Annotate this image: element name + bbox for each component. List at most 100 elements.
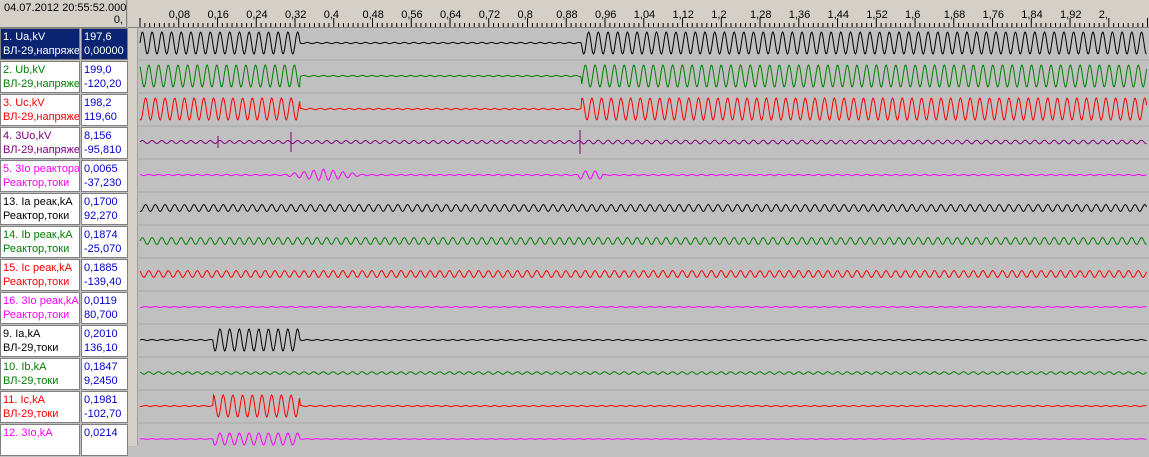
channel-values-cell: 8,156 -95,810 xyxy=(81,127,128,159)
oscillogram-viewer: 04.07.2012 20:55:52.000 0, 0,08 0,16 0,24 0… xyxy=(0,0,1149,456)
channel-name: 11. Ic,kA xyxy=(3,394,45,406)
channel-phase: -120,20 xyxy=(84,78,122,90)
channel-values-cell: 0,1885 -139,40 xyxy=(81,259,128,291)
channel-name: 14. Ib реак,kA xyxy=(3,229,73,241)
channel-amplitude: 197,6 xyxy=(84,31,112,43)
waveform-trace xyxy=(139,270,1148,278)
time-tick-label: 0,64 xyxy=(440,9,462,21)
channel-group: Реактор,токи xyxy=(3,177,70,189)
waveform-trace xyxy=(139,371,1147,375)
channel-values-cell: 0,1874 -25,070 xyxy=(81,226,128,258)
time-tick-label: 1,28 xyxy=(750,9,772,21)
channel-name-cell[interactable]: 11. Ic,kA ВЛ-29,токи xyxy=(0,391,80,423)
time-tick-label: 1,84 xyxy=(1021,9,1043,21)
time-tick-label: 1,04 xyxy=(633,9,656,21)
channel-amplitude: 0,1700 xyxy=(84,196,118,208)
time-tick-label: 1,2 xyxy=(711,9,727,21)
channel-name: 15. Ic реак,kA xyxy=(3,262,73,274)
channel-amplitude: 198,2 xyxy=(84,97,112,109)
channel-values-cell: 0,1700 92,270 xyxy=(81,193,128,225)
record-timestamp: 04.07.2012 20:55:52.000 xyxy=(4,2,127,14)
channel-name-cell[interactable]: 14. Ib реак,kA Реактор,токи xyxy=(0,226,80,258)
channel-name-cell[interactable]: 10. Ib,kA ВЛ-29,токи xyxy=(0,358,80,390)
time-tick-label: 0,4 xyxy=(323,9,340,21)
header-panel: 04.07.2012 20:55:52.000 0, xyxy=(0,0,127,28)
channel-amplitude: 0,1847 xyxy=(84,361,118,373)
channel-name-cell[interactable]: 15. Ic реак,kA Реактор,токи xyxy=(0,259,80,291)
axis-origin-label: 0, xyxy=(113,14,123,26)
channel-name: 16. 3Io реак,kA xyxy=(3,295,79,307)
waveform-trace xyxy=(139,432,1147,446)
channel-amplitude: 0,0214 xyxy=(84,427,118,439)
channel-group: ВЛ-29,токи xyxy=(3,375,59,387)
channel-amplitude: 0,0065 xyxy=(84,163,118,175)
channel-name-cell[interactable]: 5. 3Io реактора Реактор,токи xyxy=(0,160,80,192)
channel-amplitude: 0,2010 xyxy=(84,328,118,340)
channel-name-cell[interactable]: 9. Ia,kA ВЛ-29,токи xyxy=(0,325,80,357)
channel-name: 9. Ia,kA xyxy=(3,328,41,340)
waveform-trace xyxy=(139,97,1148,121)
time-tick-label: 1,44 xyxy=(827,9,849,21)
channel-group: ВЛ-29,напряже xyxy=(3,78,80,90)
waveform-trace xyxy=(139,204,1148,212)
channel-phase: 9,2450 xyxy=(84,375,118,387)
channel-group: Реактор,токи xyxy=(3,309,70,321)
channel-phase: -37,230 xyxy=(84,177,122,189)
channel-phase: -25,070 xyxy=(84,243,122,255)
channel-group: Реактор,токи xyxy=(3,210,70,222)
time-tick-label: 0,32 xyxy=(285,9,307,21)
waveform-trace xyxy=(139,64,1148,88)
time-tick-label: 1,6 xyxy=(905,9,921,21)
time-tick-label: 0,88 xyxy=(556,9,578,21)
channel-values-cell: 198,2 119,60 xyxy=(81,94,128,126)
time-axis[interactable]: 0,08 0,16 0,24 0,32 0,4 0,48 0,56 0,64 0,72 0,8 0,… xyxy=(128,0,1149,28)
channel-values-cell: 197,6 0,00000 xyxy=(81,28,128,60)
channel-name-cell[interactable]: 13. Ia реак,kA Реактор,токи xyxy=(0,193,80,225)
channel-name-cell[interactable]: 16. 3Io реак,kA Реактор,токи xyxy=(0,292,80,324)
channel-name-cell[interactable]: 1. Ua,kV ВЛ-29,напряже xyxy=(0,28,80,60)
waveform-plot[interactable] xyxy=(128,28,1149,446)
channel-phase: -139,40 xyxy=(84,276,122,288)
time-tick-label: 1,68 xyxy=(943,9,966,21)
channel-phase: -102,70 xyxy=(84,408,122,420)
channel-group: Реактор,токи xyxy=(3,243,70,255)
time-tick-label: 1,92 xyxy=(1060,9,1082,21)
time-tick-label: 0,72 xyxy=(478,9,501,21)
channel-amplitude: 199,0 xyxy=(84,64,112,76)
channel-name-cell[interactable]: 2. Ub,kV ВЛ-29,напряже xyxy=(0,61,80,93)
channel-values-cell: 0,1981 -102,70 xyxy=(81,391,128,423)
channel-phase: 0,00000 xyxy=(84,45,124,57)
time-tick-label: 1,36 xyxy=(788,9,811,21)
time-tick-label: 0,16 xyxy=(207,9,229,21)
channel-values-cell: 0,1847 9,2450 xyxy=(81,358,128,390)
time-tick-label: 2, xyxy=(1098,9,1108,21)
channel-group: Реактор,токи xyxy=(3,276,70,288)
channel-amplitude: 8,156 xyxy=(84,130,112,142)
channel-values-cell: 0,0065 -37,230 xyxy=(81,160,128,192)
channel-name: 4. 3Uo,kV xyxy=(3,130,52,142)
channel-values-cell: 0,2010 136,10 xyxy=(81,325,128,357)
channel-group: ВЛ-29,токи xyxy=(3,342,59,354)
channel-name: 1. Ua,kV xyxy=(3,31,46,43)
channel-phase: 119,60 xyxy=(84,111,117,123)
channel-amplitude: 0,1885 xyxy=(84,262,118,274)
time-tick-label: 0,56 xyxy=(401,9,423,21)
time-tick-label: 0,8 xyxy=(517,9,533,21)
waveform-trace xyxy=(139,393,1147,418)
waveform-trace xyxy=(139,328,1147,352)
time-tick-label: 0,96 xyxy=(595,9,617,21)
channel-name: 10. Ib,kA xyxy=(3,361,47,373)
channel-phase: -95,810 xyxy=(84,144,122,156)
channel-name-cell[interactable]: 12. 3Io,kA xyxy=(0,424,80,456)
time-tick-label: 1,52 xyxy=(866,9,888,21)
channel-name: 13. Ia реак,kA xyxy=(3,196,73,208)
time-tick-label: 0,48 xyxy=(362,9,384,21)
channel-name-cell[interactable]: 3. Uc,kV ВЛ-29,напряже xyxy=(0,94,80,126)
waveform-trace xyxy=(140,306,1147,308)
time-tick-label: 1,12 xyxy=(672,9,694,21)
channel-group: ВЛ-29,напряже xyxy=(3,144,80,156)
channel-name: 5. 3Io реактора xyxy=(3,163,80,175)
channel-name-cell[interactable]: 4. 3Uo,kV ВЛ-29,напряже xyxy=(0,127,80,159)
channel-name: 3. Uc,kV xyxy=(3,97,45,109)
channel-values-cell: 199,0 -120,20 xyxy=(81,61,128,93)
